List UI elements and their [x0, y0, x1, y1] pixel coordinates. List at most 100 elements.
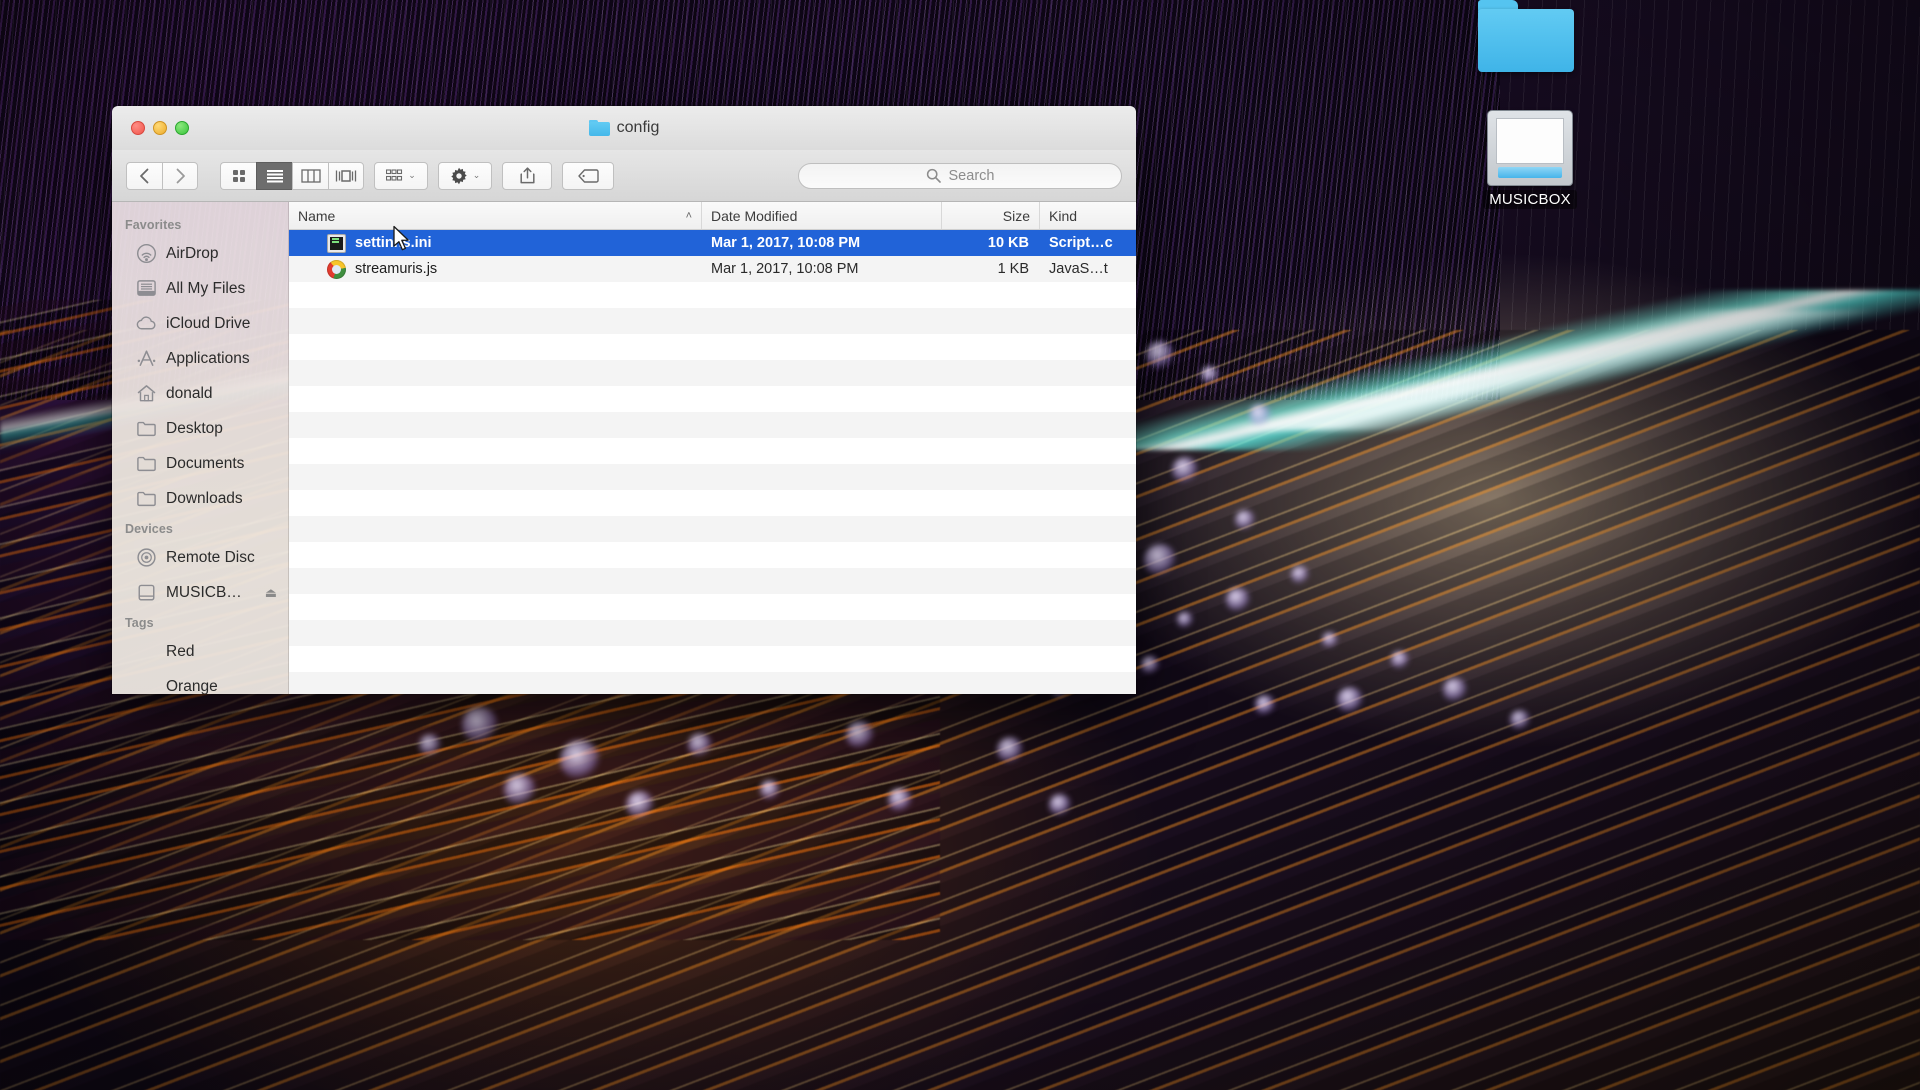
- column-header-kind[interactable]: Kind: [1040, 202, 1136, 229]
- column-header-date-modified[interactable]: Date Modified: [702, 202, 942, 229]
- back-button[interactable]: [126, 162, 162, 190]
- column-header-name[interactable]: Name ˄: [289, 202, 702, 229]
- file-kind-cell: JavaS…t: [1040, 261, 1136, 277]
- arrange-button[interactable]: ⌄: [374, 162, 428, 190]
- chevron-down-icon: ⌄: [473, 170, 481, 181]
- finder-sidebar[interactable]: FavoritesAirDropAll My FilesiCloud Drive…: [112, 202, 289, 694]
- arrange-icon: [386, 169, 403, 183]
- file-rows[interactable]: settinns.iniMar 1, 2017, 10:08 PM10 KBSc…: [289, 230, 1136, 694]
- empty-row: [289, 360, 1136, 386]
- empty-row: [289, 308, 1136, 334]
- chevron-down-icon: ⌄: [408, 170, 416, 181]
- column-header-label: Kind: [1049, 208, 1077, 224]
- empty-row: [289, 620, 1136, 646]
- disc-icon: [136, 547, 157, 568]
- list-view-button[interactable]: [256, 162, 292, 190]
- airdrop-icon: [136, 243, 157, 264]
- empty-row: [289, 672, 1136, 694]
- sidebar-item-label: Applications: [166, 350, 250, 368]
- navigation-buttons: [126, 162, 198, 190]
- empty-row: [289, 542, 1136, 568]
- empty-row: [289, 646, 1136, 672]
- finder-toolbar[interactable]: ⌄ ⌄: [112, 150, 1136, 202]
- window-titlebar[interactable]: config: [112, 106, 1136, 150]
- forward-button[interactable]: [162, 162, 198, 190]
- sidebar-item-orange[interactable]: Orange: [112, 669, 288, 694]
- search-input[interactable]: Search: [798, 163, 1122, 189]
- sidebar-item-label: Downloads: [166, 490, 243, 508]
- share-button[interactable]: [502, 162, 552, 190]
- ini-file-icon: [327, 234, 346, 253]
- sidebar-item-all-my-files[interactable]: All My Files: [112, 271, 288, 306]
- sidebar-item-documents[interactable]: Documents: [112, 446, 288, 481]
- empty-row: [289, 516, 1136, 542]
- file-size-cell: 10 KB: [942, 235, 1040, 251]
- folder-icon: [136, 453, 157, 474]
- empty-row: [289, 386, 1136, 412]
- action-menu-button[interactable]: ⌄: [438, 162, 492, 190]
- file-date-cell: Mar 1, 2017, 10:08 PM: [702, 261, 942, 277]
- sidebar-item-remote-disc[interactable]: Remote Disc: [112, 540, 288, 575]
- column-headers[interactable]: Name ˄ Date Modified Size Kind: [289, 202, 1136, 230]
- minimize-button[interactable]: [153, 121, 167, 135]
- icon-view-button[interactable]: [220, 162, 256, 190]
- file-list-pane[interactable]: Name ˄ Date Modified Size Kind settinns.…: [289, 202, 1136, 694]
- file-size-cell: 1 KB: [942, 261, 1040, 277]
- desktop-icon-folder[interactable]: [1466, 0, 1586, 72]
- sidebar-item-icloud-drive[interactable]: iCloud Drive: [112, 306, 288, 341]
- sidebar-item-label: iCloud Drive: [166, 315, 250, 333]
- window-title-text: config: [617, 119, 660, 137]
- sidebar-item-red[interactable]: Red: [112, 634, 288, 669]
- airdrop-icon: [136, 243, 157, 264]
- empty-row: [289, 438, 1136, 464]
- home-icon: [136, 383, 157, 404]
- sidebar-item-label: All My Files: [166, 280, 245, 298]
- desktop-icon-musicbox[interactable]: MUSICBOX: [1470, 110, 1590, 209]
- icloud-icon: [136, 313, 157, 334]
- sidebar-item-musicb[interactable]: MUSICB… ⏏: [112, 575, 288, 610]
- tags-button[interactable]: [562, 162, 614, 190]
- eject-button[interactable]: ⏏: [265, 585, 277, 601]
- close-button[interactable]: [131, 121, 145, 135]
- icloud-icon: [136, 313, 157, 334]
- empty-row: [289, 334, 1136, 360]
- sidebar-item-donald[interactable]: donald: [112, 376, 288, 411]
- table-row[interactable]: streamuris.js Mar 1, 2017, 10:08 PM1 KBJa…: [289, 256, 1136, 282]
- finder-window[interactable]: config: [112, 106, 1136, 694]
- applications-icon: [136, 348, 157, 369]
- file-name-label: streamuris.js: [355, 261, 437, 277]
- sidebar-section-header: Tags: [112, 610, 288, 634]
- column-header-size[interactable]: Size: [942, 202, 1040, 229]
- column-header-label: Name: [298, 208, 335, 224]
- table-row[interactable]: settinns.iniMar 1, 2017, 10:08 PM10 KBSc…: [289, 230, 1136, 256]
- applications-icon: [136, 348, 157, 369]
- js-file-icon: [327, 260, 346, 279]
- folder-icon: [1478, 0, 1574, 72]
- file-name-cell: settinns.ini: [289, 234, 702, 253]
- file-name-cell: streamuris.js: [289, 260, 702, 279]
- column-header-label: Date Modified: [711, 208, 797, 224]
- all-my-files-icon: [136, 278, 157, 299]
- empty-row: [289, 282, 1136, 308]
- drive-icon: [1487, 110, 1573, 186]
- empty-row: [289, 568, 1136, 594]
- sidebar-item-label: Red: [166, 643, 194, 661]
- sidebar-item-downloads[interactable]: Downloads: [112, 481, 288, 516]
- icon-view-icon: [231, 168, 247, 184]
- folder-icon: [589, 120, 610, 136]
- drive-icon: [136, 582, 157, 603]
- finder-body: FavoritesAirDropAll My FilesiCloud Drive…: [112, 202, 1136, 694]
- sidebar-item-airdrop[interactable]: AirDrop: [112, 236, 288, 271]
- maximize-button[interactable]: [175, 121, 189, 135]
- sidebar-item-label: Desktop: [166, 420, 223, 438]
- sidebar-item-desktop[interactable]: Desktop: [112, 411, 288, 446]
- sidebar-item-label: donald: [166, 385, 213, 403]
- sidebar-item-label: MUSICB…: [166, 584, 242, 602]
- empty-row: [289, 412, 1136, 438]
- empty-row: [289, 490, 1136, 516]
- sidebar-item-applications[interactable]: Applications: [112, 341, 288, 376]
- traffic-lights: [131, 121, 189, 135]
- gallery-view-button[interactable]: [328, 162, 364, 190]
- folder-icon: [136, 453, 157, 474]
- column-view-button[interactable]: [292, 162, 328, 190]
